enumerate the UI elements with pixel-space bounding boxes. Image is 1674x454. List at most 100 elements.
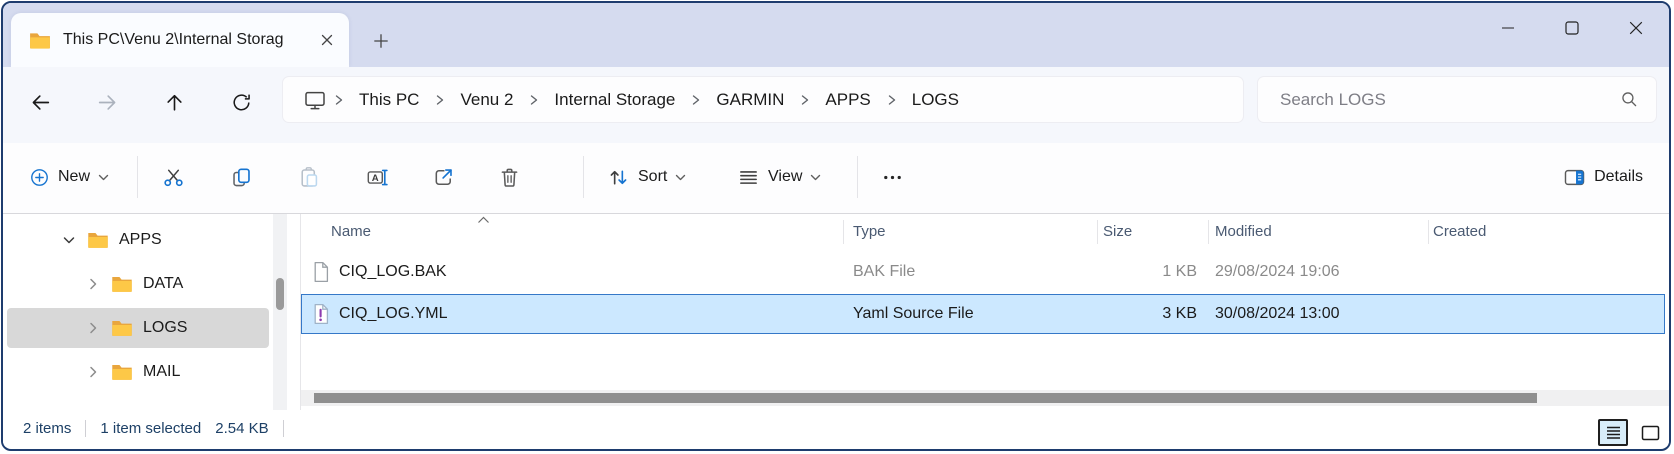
status-bar: 2 items 1 item selected 2.54 KB <box>3 410 1669 447</box>
details-view-icon <box>1605 424 1622 441</box>
file-list: Name Type Size Modified Created CIQ_LOG.… <box>300 214 1669 410</box>
breadcrumb-chevron-icon[interactable] <box>797 93 812 107</box>
breadcrumb-venu-2[interactable]: Venu 2 <box>447 82 526 118</box>
back-icon <box>29 91 52 114</box>
column-header-size[interactable]: Size <box>1103 214 1132 250</box>
breadcrumb-chevron-icon[interactable] <box>526 93 541 107</box>
navigation-tree: APPS DATA LOGS <box>3 214 300 410</box>
file-alert-icon <box>309 302 333 326</box>
breadcrumb-apps[interactable]: APPS <box>812 82 883 118</box>
chevron-down-icon <box>810 174 821 181</box>
column-header-created[interactable]: Created <box>1433 214 1486 250</box>
navigation-bar: This PC Venu 2 Internal Storage GARMIN A… <box>3 67 1669 143</box>
file-size: 1 KB <box>1097 252 1197 292</box>
search-box <box>1257 76 1657 123</box>
copy-icon <box>230 166 253 189</box>
sidebar-item-data[interactable]: DATA <box>7 264 269 304</box>
folder-icon <box>87 231 109 249</box>
sort-icon <box>607 166 630 189</box>
sort-button[interactable]: Sort <box>597 157 696 197</box>
up-button[interactable] <box>153 81 195 123</box>
maximize-icon <box>1565 21 1579 35</box>
folder-icon <box>111 275 133 293</box>
sidebar-item-apps[interactable]: APPS <box>7 220 269 260</box>
tab-folder-icon <box>29 31 51 50</box>
new-tab-button[interactable] <box>365 25 397 57</box>
rename-button[interactable]: A <box>355 157 399 197</box>
copy-button[interactable] <box>219 157 263 197</box>
column-resize-handle[interactable] <box>1097 220 1098 244</box>
tab-close-button[interactable] <box>313 26 341 54</box>
more-icon <box>881 166 904 189</box>
close-icon <box>1629 21 1643 35</box>
details-pane-button[interactable]: Details <box>1553 157 1653 197</box>
maximize-button[interactable] <box>1549 11 1595 45</box>
thumbnail-view-icon <box>1641 424 1660 442</box>
close-button[interactable] <box>1613 11 1659 45</box>
breadcrumb-chevron-icon[interactable] <box>432 93 447 107</box>
thumbnail-view-toggle[interactable] <box>1635 419 1665 446</box>
tree-collapsed-icon[interactable] <box>85 364 101 380</box>
status-divider <box>283 420 284 437</box>
column-header-type[interactable]: Type <box>853 214 886 250</box>
horizontal-scrollbar-thumb[interactable] <box>314 393 1537 403</box>
sidebar-item-label: LOGS <box>143 319 187 337</box>
breadcrumb-logs[interactable]: LOGS <box>899 82 972 118</box>
forward-button[interactable] <box>86 81 128 123</box>
breadcrumb-garmin[interactable]: GARMIN <box>703 82 797 118</box>
breadcrumb-this-pc[interactable]: This PC <box>346 82 432 118</box>
minimize-button[interactable] <box>1485 11 1531 45</box>
breadcrumb-internal-storage[interactable]: Internal Storage <box>541 82 688 118</box>
breadcrumb-chevron-icon[interactable] <box>688 93 703 107</box>
sidebar-item-mail[interactable]: MAIL <box>7 352 269 392</box>
refresh-icon <box>230 91 253 114</box>
up-icon <box>163 91 186 114</box>
see-more-button[interactable] <box>869 157 915 197</box>
file-row-ciq-log-bak[interactable]: CIQ_LOG.BAK BAK File 1 KB 29/08/2024 19:… <box>301 252 1665 292</box>
tree-expanded-icon[interactable] <box>61 232 77 248</box>
command-toolbar: New A <box>3 143 1669 214</box>
horizontal-scrollbar[interactable] <box>301 390 1669 406</box>
search-icon[interactable] <box>1619 89 1640 110</box>
search-input[interactable] <box>1278 89 1619 111</box>
new-icon <box>29 167 50 188</box>
paste-button[interactable] <box>287 157 331 197</box>
breadcrumb-chevron-icon[interactable] <box>884 93 899 107</box>
status-divider <box>85 420 86 437</box>
share-button[interactable] <box>421 157 465 197</box>
delete-button[interactable] <box>487 157 531 197</box>
tree-collapsed-icon[interactable] <box>85 276 101 292</box>
breadcrumb-chevron-icon[interactable] <box>331 93 346 107</box>
file-explorer-window: This PC\Venu 2\Internal Storag <box>1 1 1671 451</box>
sidebar-item-label: MAIL <box>143 363 180 381</box>
sidebar-scrollbar-thumb[interactable] <box>276 278 284 310</box>
sort-ascending-icon <box>477 216 490 224</box>
view-button[interactable]: View <box>727 157 831 197</box>
column-resize-handle[interactable] <box>1428 220 1429 244</box>
view-toggles <box>1598 419 1665 446</box>
new-button[interactable]: New <box>17 157 121 197</box>
details-view-toggle[interactable] <box>1598 419 1628 446</box>
main-area: APPS DATA LOGS <box>3 214 1669 410</box>
column-resize-handle[interactable] <box>843 220 844 244</box>
tree-collapsed-icon[interactable] <box>85 320 101 336</box>
refresh-button[interactable] <box>220 81 262 123</box>
column-header-modified[interactable]: Modified <box>1215 214 1272 250</box>
column-header-name[interactable]: Name <box>331 214 371 250</box>
back-button[interactable] <box>19 81 61 123</box>
sidebar-item-logs[interactable]: LOGS <box>7 308 269 348</box>
sidebar-scrollbar[interactable] <box>273 214 287 410</box>
file-name: CIQ_LOG.YML <box>339 294 447 334</box>
file-row-ciq-log-yml-selected[interactable]: CIQ_LOG.YML Yaml Source File 3 KB 30/08/… <box>301 294 1665 334</box>
sidebar-item-label: DATA <box>143 275 183 293</box>
forward-icon <box>96 91 119 114</box>
view-button-label: View <box>768 168 802 186</box>
explorer-tab[interactable]: This PC\Venu 2\Internal Storag <box>11 13 349 67</box>
column-resize-handle[interactable] <box>1208 220 1209 244</box>
cut-button[interactable] <box>151 157 195 197</box>
details-button-label: Details <box>1594 168 1643 186</box>
address-bar[interactable]: This PC Venu 2 Internal Storage GARMIN A… <box>282 76 1244 123</box>
window-controls <box>1485 11 1659 45</box>
new-tab-icon <box>373 33 389 49</box>
tab-close-icon <box>321 34 333 46</box>
